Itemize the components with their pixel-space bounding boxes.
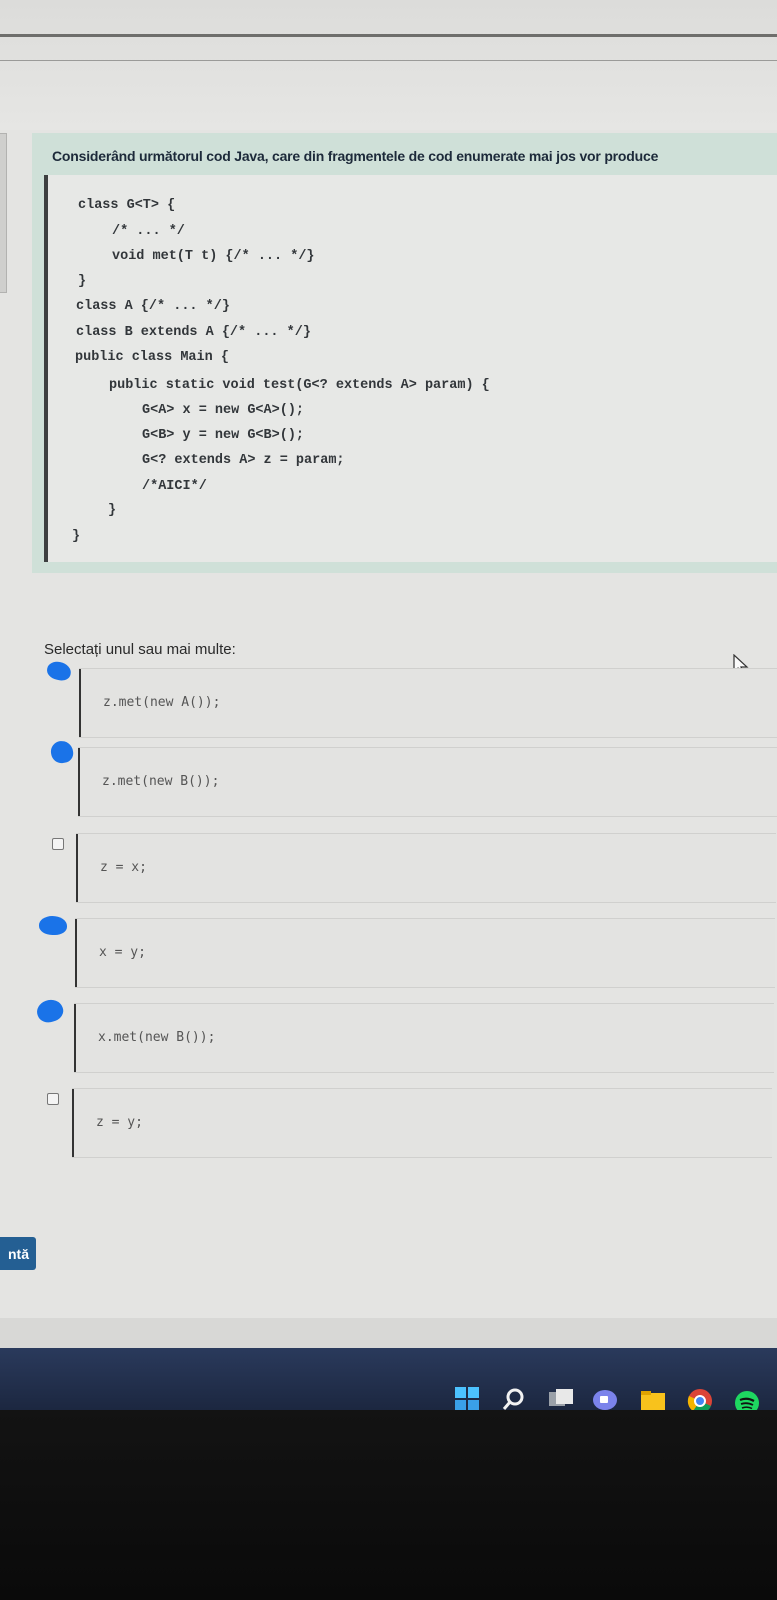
answer-option[interactable]: z = x; bbox=[76, 833, 776, 903]
code-line: G<B> y = new G<B>(); bbox=[142, 428, 305, 443]
option-bar bbox=[75, 919, 77, 987]
code-line: void met(T t) {/* ... */} bbox=[112, 249, 315, 264]
option-bar bbox=[79, 669, 81, 737]
code-line: public static void test(G<? extends A> p… bbox=[109, 378, 490, 393]
search-icon[interactable] bbox=[501, 1386, 527, 1412]
top-divider-thin bbox=[0, 60, 777, 61]
option-bar bbox=[74, 1004, 76, 1072]
question-title: Considerând următorul cod Java, care din… bbox=[52, 148, 659, 164]
option-bar bbox=[78, 748, 80, 816]
checkbox-checked-mark[interactable] bbox=[39, 916, 67, 935]
answer-option[interactable]: z.met(new A()); bbox=[79, 668, 777, 738]
code-line: /*AICI*/ bbox=[142, 479, 207, 494]
checkbox-checked-mark[interactable] bbox=[45, 659, 73, 683]
code-line: G<? extends A> z = param; bbox=[142, 453, 345, 468]
checkbox[interactable] bbox=[52, 838, 64, 850]
option-code: z = x; bbox=[100, 860, 147, 875]
monitor-bezel bbox=[0, 1410, 777, 1600]
checkbox[interactable] bbox=[47, 1093, 59, 1105]
code-line: class B extends A {/* ... */} bbox=[76, 325, 311, 340]
answer-option[interactable]: z.met(new B()); bbox=[78, 747, 777, 817]
answer-option[interactable]: z = y; bbox=[72, 1088, 772, 1158]
option-code: z.met(new B()); bbox=[102, 774, 220, 789]
option-code: x.met(new B()); bbox=[98, 1030, 216, 1045]
option-code: z = y; bbox=[96, 1115, 143, 1130]
code-line: public class Main { bbox=[75, 350, 229, 365]
code-line: } bbox=[72, 529, 81, 544]
select-prompt: Selectați unul sau mai multe: bbox=[44, 641, 236, 658]
page-footer bbox=[0, 1318, 777, 1348]
option-code: z.met(new A()); bbox=[103, 695, 221, 710]
option-code: x = y; bbox=[99, 945, 146, 960]
code-line: } bbox=[78, 274, 87, 289]
code-line: /* ... */ bbox=[112, 224, 185, 239]
code-line: G<A> x = new G<A>(); bbox=[142, 403, 305, 418]
code-line: class G<T> { bbox=[78, 198, 176, 213]
checkbox-checked-mark[interactable] bbox=[34, 996, 66, 1026]
task-view-icon[interactable] bbox=[548, 1386, 574, 1412]
windows-taskbar bbox=[0, 1348, 777, 1415]
answer-option[interactable]: x.met(new B()); bbox=[74, 1003, 774, 1073]
question-info-tab[interactable] bbox=[0, 133, 7, 293]
checkbox-checked-mark[interactable] bbox=[49, 739, 75, 765]
option-bar bbox=[72, 1089, 74, 1157]
next-page-button[interactable]: ntă bbox=[0, 1237, 36, 1270]
code-line: } bbox=[108, 503, 117, 518]
answer-option[interactable]: x = y; bbox=[75, 918, 775, 988]
option-bar bbox=[76, 834, 78, 902]
code-line: class A {/* ... */} bbox=[76, 299, 230, 314]
top-divider bbox=[0, 34, 777, 37]
browser-top-area bbox=[0, 0, 777, 130]
windows-start-icon[interactable] bbox=[454, 1386, 480, 1412]
